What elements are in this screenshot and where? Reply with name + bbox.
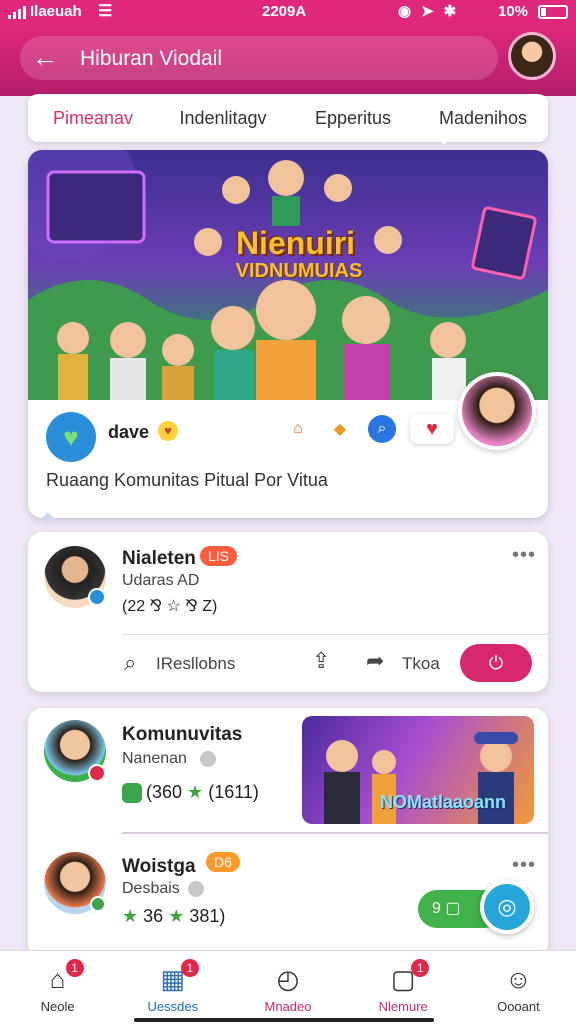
tab-bar: Pimeanav Indenlitagv Epperitus Madenihos [28,94,548,145]
tab-3[interactable]: Epperitus [288,108,418,129]
status-badge-2 [90,896,106,912]
hero-username[interactable]: dave [108,422,149,443]
hero-actions: ⌂ ◆ ⌕ ♥ [284,414,454,444]
group-icon [122,783,142,804]
info-icon [200,751,216,767]
hero-subtitle: VIDNUMUIAS [235,260,363,282]
signal-icon [8,5,26,19]
share-icon[interactable]: ⇪ [312,648,330,674]
community-stats-rating: (1611) [208,782,259,802]
back-arrow-icon[interactable]: ← [32,42,58,72]
nav-badge-home: 1 [65,959,84,977]
post-pointer [368,684,384,692]
nav-label-notifications: Nlemure [378,999,428,1014]
search-comment-icon[interactable]: ⌕ [124,650,136,676]
star-icon-2b: ★ [168,906,185,926]
hero-pointer [40,512,56,520]
camera-fab-button[interactable]: ◎ [480,880,534,934]
nav-calendar[interactable]: ▦ 1 Uessdes [115,951,230,1024]
community-logo-icon[interactable]: ♥ [46,412,96,462]
nav-home[interactable]: ⌂ 1 Neole [0,951,115,1024]
hero-avatar[interactable] [458,372,536,450]
community-subtitle: Nanenan [122,750,187,767]
nav-activity[interactable]: ◴ Mnadeo [230,951,345,1024]
info-icon-2 [188,881,204,897]
nav-notifications[interactable]: ▢ 1 Nlemure [346,951,461,1024]
community-stats-2-rating: 381) [189,906,226,926]
page-title: Hiburan Viodail [80,47,223,70]
app-header: ← Hiburan Viodail [0,26,576,96]
battery-icon [538,5,568,19]
profile-icon: ☺ [505,964,532,994]
comment-label[interactable]: IResllobns [156,654,235,674]
post-card[interactable]: Nialeten LIS Udaras AD (22 ⅋ ☆ ⅋ Z) ••• … [28,532,548,692]
heart-icon[interactable]: ♥ [410,414,454,444]
star-icon: ★ [187,782,204,802]
community-card: Komunuvitas Nanenan (360 ★ (1611) NOMatl… [28,708,548,958]
diamond-icon[interactable]: ◆ [326,415,354,443]
community-name-2[interactable]: Woistga [122,856,196,878]
verified-icon [88,588,106,606]
location-icon: ➤ [421,3,434,20]
thumbnail-label: NOMatlaaoann [380,792,507,812]
tab-pointer [437,138,451,145]
status-bar: Ilaeuah ☰ 2209A ◉ ➤ ✱ 10% [0,0,576,26]
user-avatar[interactable] [508,32,556,80]
community-stats: (360 ★ (1611) [122,782,259,804]
community-thumbnail[interactable]: NOMatlaaoann [302,716,534,824]
status-time: 2209A [262,3,307,20]
tab-2[interactable]: Indenlitagv [158,108,288,129]
more-options-icon-2[interactable]: ••• [512,854,536,877]
hero-caption: Ruaang Komunitas Pitual Por Vitua [46,470,328,490]
hero-card[interactable]: Nienuiri VIDNUMUIAS ♥ dave ♥ ⌂ ◆ ⌕ ♥ Rua… [28,150,548,518]
forward-icon[interactable]: ➦ [366,648,384,674]
nav-label-activity: Mnadeo [264,999,312,1014]
bluetooth-icon: ✱ [443,3,457,20]
carrier-name: Ilaeuah [30,3,82,20]
post-stats: (22 ⅋ ☆ ⅋ Z) [122,598,218,615]
alarm-icon: ◉ [398,3,412,20]
search-icon[interactable]: ⌕ [368,415,396,443]
hero-title: Nienuiri [235,225,356,261]
forward-label[interactable]: Tkoa [402,654,440,674]
nav-label-home: Neole [40,999,75,1014]
community-stats-2-count: 36 [143,906,164,926]
nav-label-profile: Oooant [497,999,540,1014]
nav-badge-calendar: 1 [180,959,199,977]
hero-image[interactable]: Nienuiri VIDNUMUIAS [28,150,548,400]
status-icons: ◉ ➤ ✱ [398,2,456,20]
community-name[interactable]: Komunuvitas [122,724,242,746]
nav-profile[interactable]: ☺ Oooant [461,951,576,1024]
tab-1[interactable]: Pimeanav [28,108,158,129]
post-divider [122,634,548,635]
battery-percent: 10% [498,3,529,20]
post-subtitle: Udaras AD [122,572,200,589]
activity-icon: ◴ [276,964,300,994]
post-author-name[interactable]: Nialeten [122,548,196,570]
bottom-nav: ⌂ 1 Neole ▦ 1 Uessdes ◴ Mnadeo ▢ 1 Nlemu… [0,950,576,1024]
community-divider [122,832,548,834]
community-stats-2: ★ 36 ★ 381) [122,906,225,927]
verified-badge-icon: ♥ [158,421,178,441]
power-button[interactable]: ⏻ [460,644,532,682]
nav-badge-notifications: 1 [411,959,430,977]
tab-4[interactable]: Madenihos [418,108,548,129]
community-stats-count: (360 [146,782,183,802]
home-icon[interactable]: ⌂ [284,415,312,443]
status-badge [88,764,106,782]
home-indicator [134,1018,434,1022]
star-icon-2a: ★ [122,906,139,926]
more-options-icon[interactable]: ••• [512,544,536,567]
community-badge-2: D6 [206,852,240,872]
community-subtitle-2: Desbais [122,880,180,897]
nav-label-calendar: Uessdes [147,999,199,1014]
wifi-icon: ☰ [98,3,113,20]
post-badge: LIS [200,546,238,566]
